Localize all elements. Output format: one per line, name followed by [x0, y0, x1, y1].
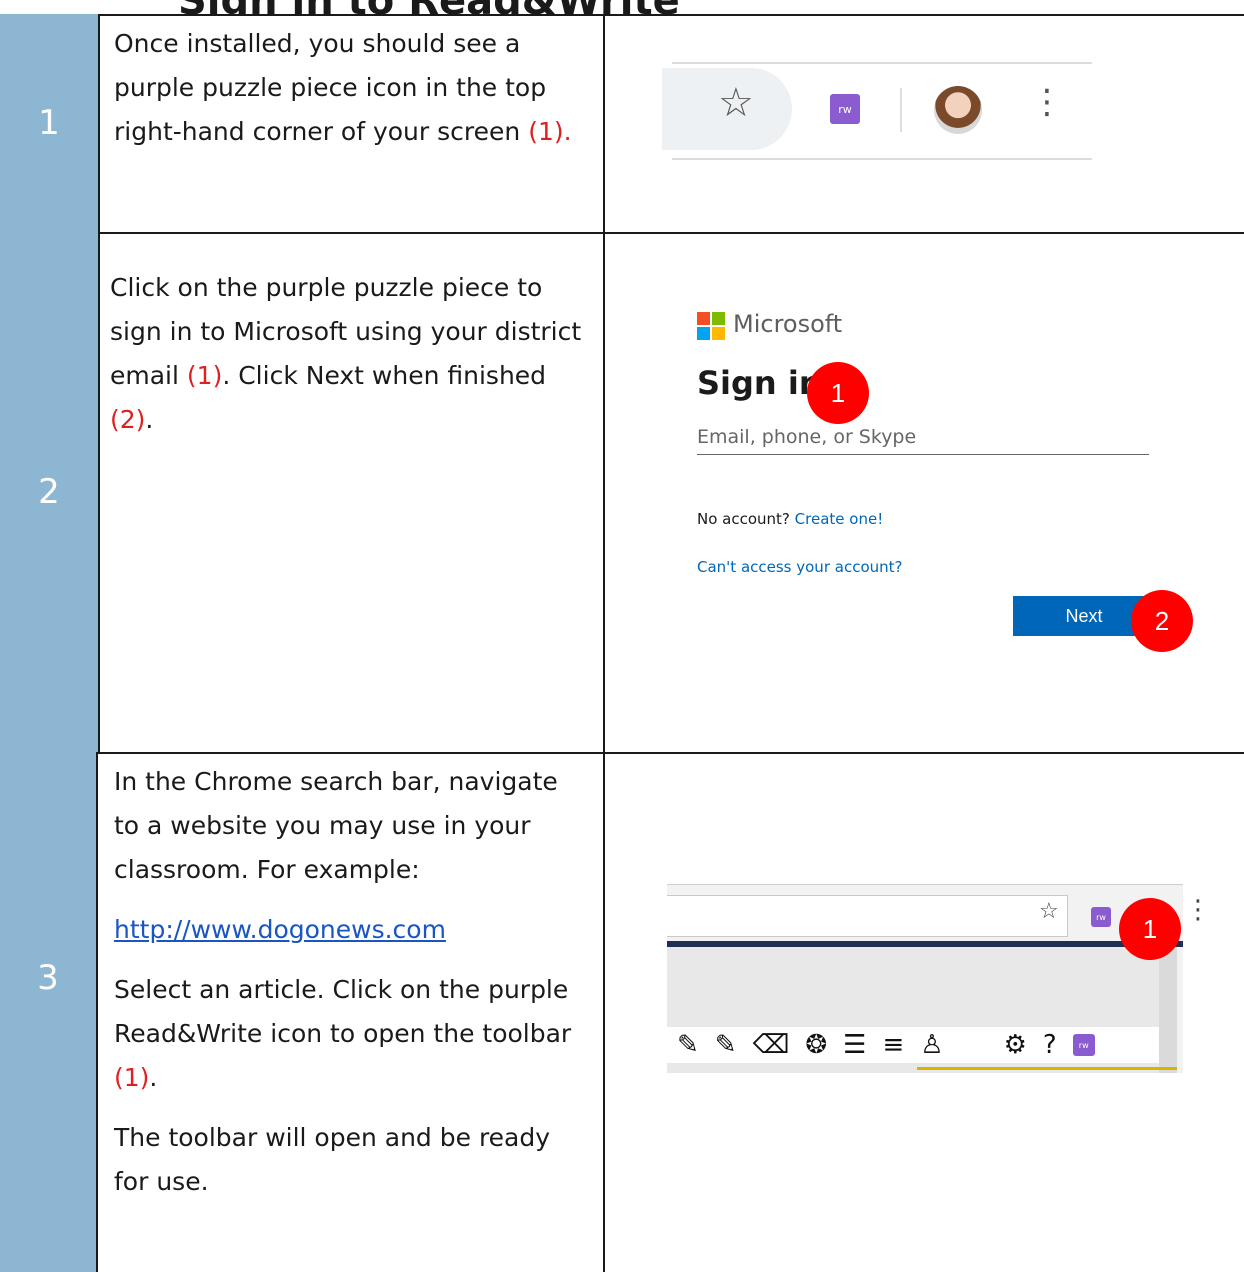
- callout-badge-2: 2: [1131, 590, 1193, 652]
- no-account-text: No account?: [697, 510, 790, 528]
- scrollbar[interactable]: [1159, 947, 1177, 1073]
- reference-marker: (2): [110, 405, 146, 434]
- step-number: 2: [0, 232, 100, 752]
- step-text: Select an article. Click on the purple R…: [114, 975, 572, 1048]
- eraser-icon[interactable]: ⌫: [753, 1030, 790, 1060]
- step-instructions: Click on the purple puzzle piece to sign…: [100, 232, 605, 752]
- browser-toolbar-image: ☆ rw ⋮ ✎ ✎ ⌫ ❂ ☰ ≡ ♙ ⚙ ? rw: [667, 884, 1211, 1073]
- chrome-toolbar-image: ☆ rw ⋮: [662, 62, 1092, 160]
- step-text: .: [145, 405, 154, 434]
- step-instructions: In the Chrome search bar, navigate to a …: [100, 752, 605, 1272]
- settings-gear-icon[interactable]: ⚙: [1004, 1030, 1027, 1060]
- example-website-link[interactable]: http://www.dogonews.com: [114, 915, 446, 944]
- read-write-toolbar: ✎ ✎ ⌫ ❂ ☰ ≡ ♙ ⚙ ? rw: [667, 1027, 1159, 1063]
- signin-title: Sign in: [697, 364, 822, 402]
- step-row-3: 3 In the Chrome search bar, navigate to …: [0, 752, 1244, 1272]
- instruction-table: Sign in to Read&Write 1 Once installed, …: [0, 0, 1244, 1272]
- toolbar-divider: [900, 88, 902, 132]
- reference-marker: (1): [186, 361, 223, 390]
- step-text: Once installed, you should see a purple …: [114, 29, 547, 146]
- email-field[interactable]: [697, 420, 1149, 455]
- step-text: . Click Next when finished: [222, 361, 547, 390]
- step-text: .: [149, 1063, 158, 1092]
- no-account-line: No account? Create one!: [697, 510, 883, 528]
- more-menu-icon[interactable]: ⋮: [1185, 895, 1211, 925]
- reference-marker: (1).: [528, 117, 572, 146]
- read-write-puzzle-icon[interactable]: rw: [1091, 907, 1111, 927]
- step-instructions: Once installed, you should see a purple …: [100, 14, 605, 232]
- step-row-1: 1 Once installed, you should see a purpl…: [0, 14, 1244, 234]
- page-area: ✎ ✎ ⌫ ❂ ☰ ≡ ♙ ⚙ ? rw: [667, 947, 1177, 1073]
- help-icon[interactable]: ?: [1043, 1030, 1057, 1060]
- highlight-line: [917, 1067, 1177, 1070]
- cant-access-link[interactable]: Can't access your account?: [697, 558, 902, 576]
- address-bar[interactable]: [667, 895, 1068, 937]
- reading-icon[interactable]: ♙: [920, 1030, 943, 1060]
- step-number: 3: [0, 752, 98, 1272]
- reference-marker: (1): [114, 1063, 150, 1092]
- callout-badge-1: 1: [807, 362, 869, 424]
- bookmark-star-icon[interactable]: ☆: [718, 80, 754, 126]
- read-write-puzzle-icon[interactable]: rw: [830, 94, 860, 124]
- read-write-puzzle-icon[interactable]: rw: [1072, 1034, 1095, 1056]
- step-screenshot: ☆ rw ⋮: [607, 14, 1244, 232]
- vocabulary-list-icon[interactable]: ≡: [882, 1030, 904, 1060]
- create-account-link[interactable]: Create one!: [795, 510, 884, 528]
- highlighter-pink-icon[interactable]: ✎: [715, 1030, 737, 1060]
- step-row-2: 2 Click on the purple puzzle piece to si…: [0, 232, 1244, 754]
- avatar[interactable]: [934, 86, 982, 134]
- bookmark-star-icon[interactable]: ☆: [1039, 899, 1059, 924]
- more-menu-icon[interactable]: ⋮: [1030, 82, 1064, 122]
- step-screenshot: Microsoft Sign in 1 No account? Create o…: [607, 232, 1244, 752]
- microsoft-brand: Microsoft: [733, 310, 843, 338]
- collect-highlights-icon[interactable]: ❂: [805, 1030, 827, 1060]
- step-text: The toolbar will open and be ready for u…: [114, 1123, 551, 1196]
- step-screenshot: ☆ rw ⋮ ✎ ✎ ⌫ ❂ ☰ ≡ ♙ ⚙ ? rw 1: [607, 752, 1244, 1272]
- step-number: 1: [0, 14, 100, 232]
- list-icon[interactable]: ☰: [843, 1030, 866, 1060]
- highlighter-cyan-icon[interactable]: ✎: [677, 1030, 699, 1060]
- callout-badge-1: 1: [1119, 898, 1181, 960]
- step-text: In the Chrome search bar, navigate to a …: [114, 767, 558, 884]
- microsoft-logo-icon: [697, 312, 725, 340]
